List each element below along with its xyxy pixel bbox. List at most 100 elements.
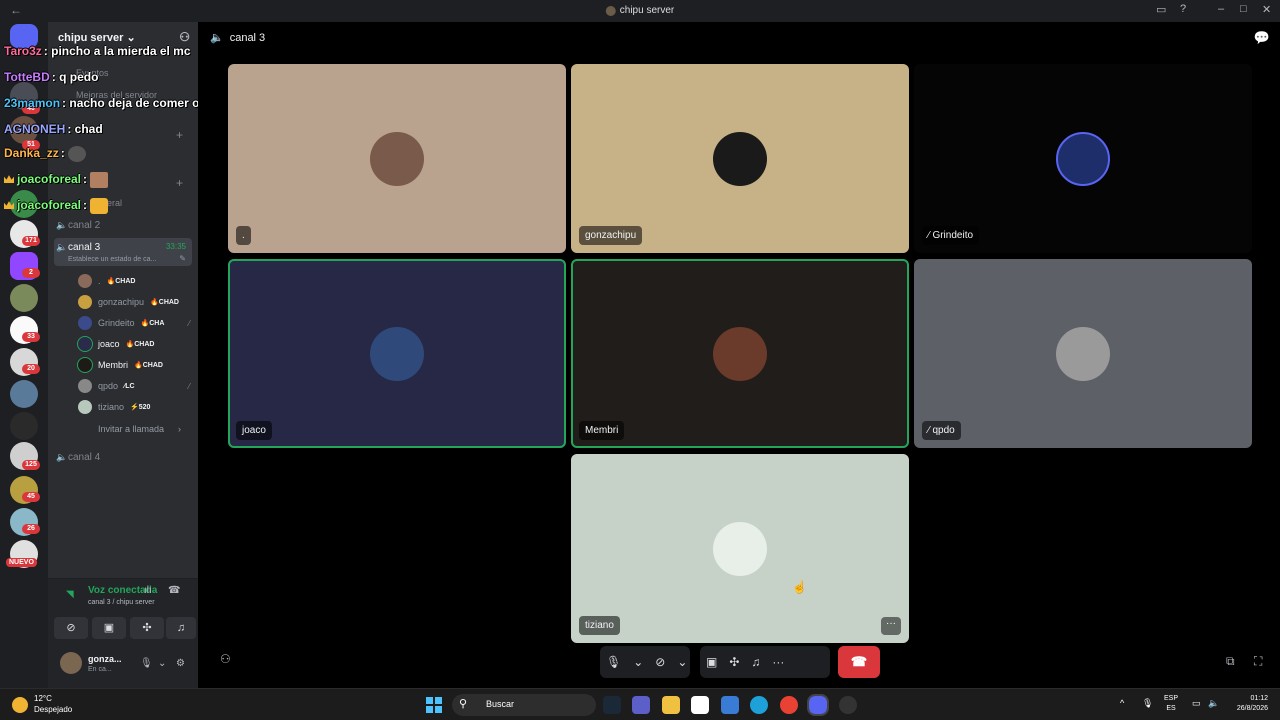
fire-tag: 🔥CHA (140, 320, 165, 327)
discord-app-icon[interactable] (807, 694, 829, 716)
leave-call-button[interactable]: ☎ (838, 646, 880, 678)
chrome-app-icon[interactable] (780, 696, 798, 714)
activities-button[interactable]: ✣ (130, 617, 164, 639)
steam-app-icon[interactable] (603, 696, 621, 714)
channel-label: canal 3 (68, 242, 101, 253)
system-clock[interactable]: 01:12 26/8/2026 (1224, 694, 1268, 714)
participant-tile[interactable]: gonzachipu (571, 64, 909, 253)
windows-start-icon[interactable] (426, 697, 442, 713)
close-icon[interactable]: ✕ (1262, 3, 1271, 16)
edge-app-icon[interactable] (750, 696, 768, 714)
mic-muted-icon: ⁄ (188, 318, 190, 328)
channel-label: canal 2 (68, 220, 101, 231)
fullscreen-icon[interactable]: ⛶ (1254, 654, 1262, 669)
popout-icon[interactable]: ⧉ (1226, 654, 1235, 669)
microphone-icon[interactable]: 🎙 (600, 655, 627, 669)
settings-gear-icon[interactable]: ⚙ (176, 658, 185, 669)
taskbar-search[interactable]: ⚲ Buscar (452, 694, 596, 716)
screen-share-button[interactable]: ▣ (92, 617, 126, 639)
server-icon-10[interactable] (10, 412, 38, 440)
server-icon-6[interactable] (10, 284, 38, 312)
maximize-icon[interactable]: □ (1240, 3, 1247, 15)
soundboard-button[interactable]: ♫ (166, 617, 196, 639)
teams-app-icon[interactable] (632, 696, 650, 714)
participant-tile[interactable]: ⁄ Grindeito (914, 64, 1252, 253)
participant-tile[interactable]: . (228, 64, 566, 253)
participant-tile[interactable]: tiziano ··· (571, 454, 909, 643)
tray-overflow-icon[interactable]: ^ (1120, 698, 1124, 708)
time: 01:12 (1250, 695, 1268, 702)
soundboard-icon[interactable]: ♫ (745, 655, 766, 669)
chat-message: : (83, 198, 88, 213)
edit-pencil-icon[interactable]: ✎ (179, 254, 186, 263)
audio-video-controls: 🎙 ⌄ ⊘ ⌄ (600, 646, 690, 678)
microphone-icon[interactable]: 🎙 (140, 658, 153, 669)
noise-suppression-icon[interactable]: ılı (144, 585, 152, 596)
obs-app-icon[interactable] (839, 696, 857, 714)
mouse-cursor-icon: ☝ (792, 580, 807, 594)
chevron-down-icon[interactable]: ⌄ (627, 655, 649, 669)
server-name: chipu server (58, 32, 124, 44)
participant-tile[interactable]: Membri (571, 259, 909, 448)
username[interactable]: gonza... (88, 654, 122, 664)
invite-to-call-link[interactable]: Invitar a llamada › (98, 424, 181, 434)
speaker-icon: 🔈 (56, 220, 68, 230)
channel-canal-4[interactable]: 🔈 canal 4 (54, 452, 192, 463)
voice-member[interactable]: gonzachipu 🔥CHAD (78, 293, 196, 311)
camera-off-button[interactable]: ⊘ (54, 617, 88, 639)
minimize-icon[interactable]: – (1218, 3, 1224, 15)
chat-line: AGNONEH: chad (4, 122, 103, 136)
add-channel-icon[interactable]: + (176, 128, 183, 142)
activities-icon[interactable]: ✣ (723, 655, 745, 669)
thumbs-up-emote-icon (90, 198, 109, 214)
chat-bubble-icon[interactable]: 💬 (1254, 30, 1270, 46)
store-app-icon[interactable] (721, 696, 739, 714)
back-arrow-icon[interactable]: ← (10, 3, 22, 17)
voice-member[interactable]: joaco 🔥CHAD (77, 335, 196, 353)
epic-games-icon[interactable] (691, 696, 709, 714)
language-indicator[interactable]: ESP ES (1164, 694, 1178, 714)
voice-location[interactable]: canal 3 / chipu server (88, 599, 155, 606)
help-icon[interactable]: ? (1180, 3, 1186, 15)
inbox-icon[interactable]: ▭ (1156, 3, 1166, 16)
temperature[interactable]: 12°C (34, 694, 52, 703)
channel-canal-2[interactable]: 🔈 canal 2 (54, 220, 192, 231)
screen-share-icon[interactable]: ▣ (700, 655, 723, 669)
face-emote-icon (90, 172, 109, 188)
invite-people-icon[interactable]: ⚇ (179, 30, 190, 44)
chat-user: joacoforeal (17, 172, 82, 187)
participant-tile[interactable]: joaco (228, 259, 566, 448)
more-icon[interactable]: ··· (766, 655, 790, 669)
call-actions: ▣ ✣ ♫ ··· (700, 646, 830, 678)
weather-condition[interactable]: Despejado (34, 705, 72, 714)
avatar (78, 274, 92, 288)
voice-member[interactable]: tiziano ⚡520 (78, 398, 196, 416)
chat-message: : pincho a la mierda el mc (43, 44, 191, 58)
voice-member[interactable]: Grindeito 🔥CHA ⁄ (78, 314, 196, 332)
camera-off-icon[interactable]: ⊘ (649, 655, 671, 669)
channel-status[interactable]: Establece un estado de ca... (68, 256, 192, 263)
invite-user-icon[interactable]: ⚇ (220, 652, 231, 666)
server-icon-9[interactable] (10, 380, 38, 408)
participant-tile[interactable]: ⁄ qpdo (914, 259, 1252, 448)
tray-mic-icon[interactable]: 🎙 (1142, 698, 1153, 709)
signal-icon[interactable]: ◥ (66, 589, 74, 600)
channel-canal-3[interactable]: 🔈 canal 3 33:35 Establece un estado de c… (54, 238, 192, 266)
chat-line: Danka_zz: (4, 146, 87, 162)
avatar[interactable] (60, 652, 82, 674)
chevron-down-icon[interactable]: ⌄ (158, 658, 166, 669)
volume-icon[interactable]: 🔈 (1208, 698, 1219, 709)
disconnect-icon[interactable]: ☎ (168, 585, 180, 596)
voice-member[interactable]: . 🔥CHAD (78, 272, 196, 290)
chevron-down-icon[interactable]: ⌄ (671, 655, 693, 669)
weather-moon-icon[interactable] (12, 697, 28, 713)
add-channel-icon[interactable]: + (176, 176, 183, 190)
file-explorer-icon[interactable] (662, 696, 680, 714)
chat-user: Danka_zz (4, 146, 59, 161)
crown-icon (4, 201, 14, 210)
voice-member[interactable]: Membri 🔥CHAD (77, 356, 196, 374)
voice-member[interactable]: qpdo ⁄LC ⁄ (78, 377, 196, 395)
chat-line: Taro3z: pincho a la mierda el mc (4, 44, 191, 58)
more-options-icon[interactable]: ··· (881, 617, 901, 635)
network-icon[interactable]: ▭ (1192, 698, 1201, 709)
